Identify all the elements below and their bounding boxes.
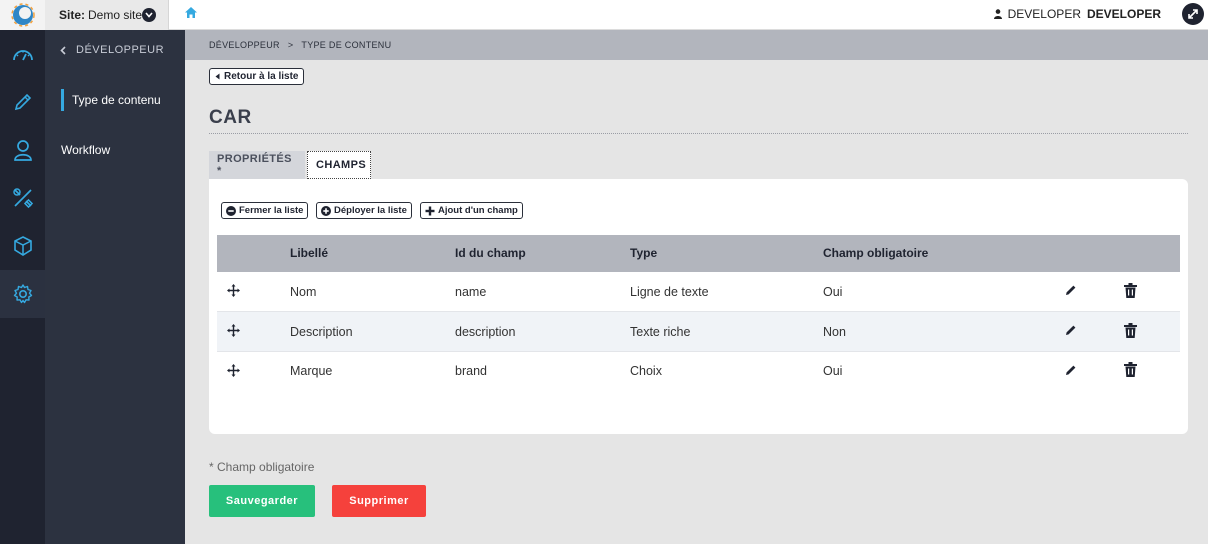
rail-users[interactable]	[0, 126, 45, 174]
header-label[interactable]: Libellé	[290, 246, 328, 260]
tab-properties[interactable]: PROPRIÉTÉS *	[209, 151, 305, 179]
back-to-list-label: Retour à la liste	[224, 71, 299, 82]
fields-table-header: Libellé Id du champ Type Champ obligatoi…	[217, 235, 1180, 272]
edit-icon[interactable]	[1065, 364, 1077, 376]
breadcrumb: DÉVELOPPEUR > TYPE DE CONTENU	[185, 30, 1208, 60]
user-first-name: DEVELOPER	[1007, 7, 1081, 21]
rail-content[interactable]	[0, 222, 45, 270]
caret-left-icon	[215, 73, 220, 80]
required-footnote: * Champ obligatoire	[209, 460, 315, 474]
expand-list-label: Déployer la liste	[334, 205, 407, 216]
user-outline-icon	[13, 140, 32, 161]
table-row: Description description Texte riche Non	[217, 312, 1180, 352]
icon-rail	[0, 30, 45, 544]
save-button[interactable]: Sauvegarder	[209, 485, 315, 517]
cube-icon	[13, 236, 32, 256]
title-divider	[209, 133, 1188, 134]
breadcrumb-parent[interactable]: DÉVELOPPEUR	[209, 40, 280, 50]
cell-required: Non	[823, 325, 846, 339]
home-icon[interactable]	[184, 6, 198, 19]
cell-label: Marque	[290, 364, 333, 378]
cell-field-id: description	[455, 325, 516, 339]
move-icon[interactable]	[227, 324, 240, 337]
rail-dashboard[interactable]	[0, 30, 45, 78]
cell-field-id: name	[455, 285, 487, 299]
rail-settings[interactable]	[0, 270, 45, 318]
top-bar: Site: Demo site DEVELOPER DEVELOPER	[0, 0, 1208, 30]
add-field-label: Ajout d'un champ	[438, 205, 518, 216]
logo-icon	[10, 3, 35, 27]
page-title: CAR	[209, 107, 252, 128]
cell-required: Oui	[823, 364, 843, 378]
gauge-icon	[12, 50, 33, 61]
pencil-icon	[14, 93, 31, 111]
gear-icon	[13, 284, 32, 304]
edit-icon[interactable]	[1065, 284, 1077, 296]
rail-tools[interactable]	[0, 174, 45, 222]
plus-icon	[425, 206, 435, 215]
site-prefix: Site:	[59, 8, 86, 22]
move-icon[interactable]	[227, 284, 240, 297]
chevron-down-icon	[142, 8, 156, 22]
edit-icon[interactable]	[1065, 324, 1077, 336]
delete-button[interactable]: Supprimer	[332, 485, 426, 517]
table-row: Marque brand Choix Oui	[217, 352, 1180, 392]
developer-sidebar: DÉVELOPPEUR Type de contenu Workflow	[45, 30, 185, 544]
user-menu[interactable]: DEVELOPER DEVELOPER	[993, 7, 1161, 21]
fullscreen-icon[interactable]	[1182, 3, 1204, 25]
minus-circle-icon	[226, 205, 236, 216]
move-icon[interactable]	[227, 364, 240, 377]
collapse-list-label: Fermer la liste	[239, 205, 304, 216]
cell-label: Description	[290, 325, 353, 339]
plus-circle-icon	[321, 205, 331, 216]
cell-field-id: brand	[455, 364, 487, 378]
site-selector[interactable]: Site: Demo site	[45, 0, 169, 30]
cell-required: Oui	[823, 285, 843, 299]
cell-type: Ligne de texte	[630, 285, 709, 299]
app-logo[interactable]	[0, 0, 45, 30]
cell-type: Texte riche	[630, 325, 691, 339]
sidebar-item-content-type[interactable]: Type de contenu	[61, 89, 161, 111]
chevron-left-icon	[60, 45, 66, 55]
rail-edit[interactable]	[0, 78, 45, 126]
sidebar-back-label: DÉVELOPPEUR	[76, 44, 165, 56]
trash-icon[interactable]	[1124, 283, 1137, 298]
user-icon	[993, 9, 1002, 19]
breadcrumb-separator: >	[287, 40, 294, 50]
trash-icon[interactable]	[1124, 323, 1137, 338]
user-last-name: DEVELOPER	[1086, 7, 1161, 21]
tools-icon	[12, 188, 33, 209]
trash-icon[interactable]	[1124, 362, 1137, 377]
cell-type: Choix	[630, 364, 662, 378]
tab-fields[interactable]: CHAMPS	[307, 151, 371, 179]
breadcrumb-current: TYPE DE CONTENU	[301, 40, 392, 50]
expand-list-button[interactable]: Déployer la liste	[316, 202, 412, 219]
back-to-list-button[interactable]: Retour à la liste	[209, 68, 305, 85]
header-field-id[interactable]: Id du champ	[455, 246, 526, 260]
header-type[interactable]: Type	[630, 246, 657, 260]
table-row: Nom name Ligne de texte Oui	[217, 272, 1180, 312]
sidebar-item-workflow[interactable]: Workflow	[61, 143, 110, 157]
header-required[interactable]: Champ obligatoire	[823, 246, 928, 260]
add-field-button[interactable]: Ajout d'un champ	[420, 202, 523, 219]
site-name: Demo site	[88, 8, 143, 22]
cell-label: Nom	[290, 285, 317, 299]
sidebar-back-link[interactable]: DÉVELOPPEUR	[60, 44, 164, 56]
collapse-list-button[interactable]: Fermer la liste	[221, 202, 309, 219]
